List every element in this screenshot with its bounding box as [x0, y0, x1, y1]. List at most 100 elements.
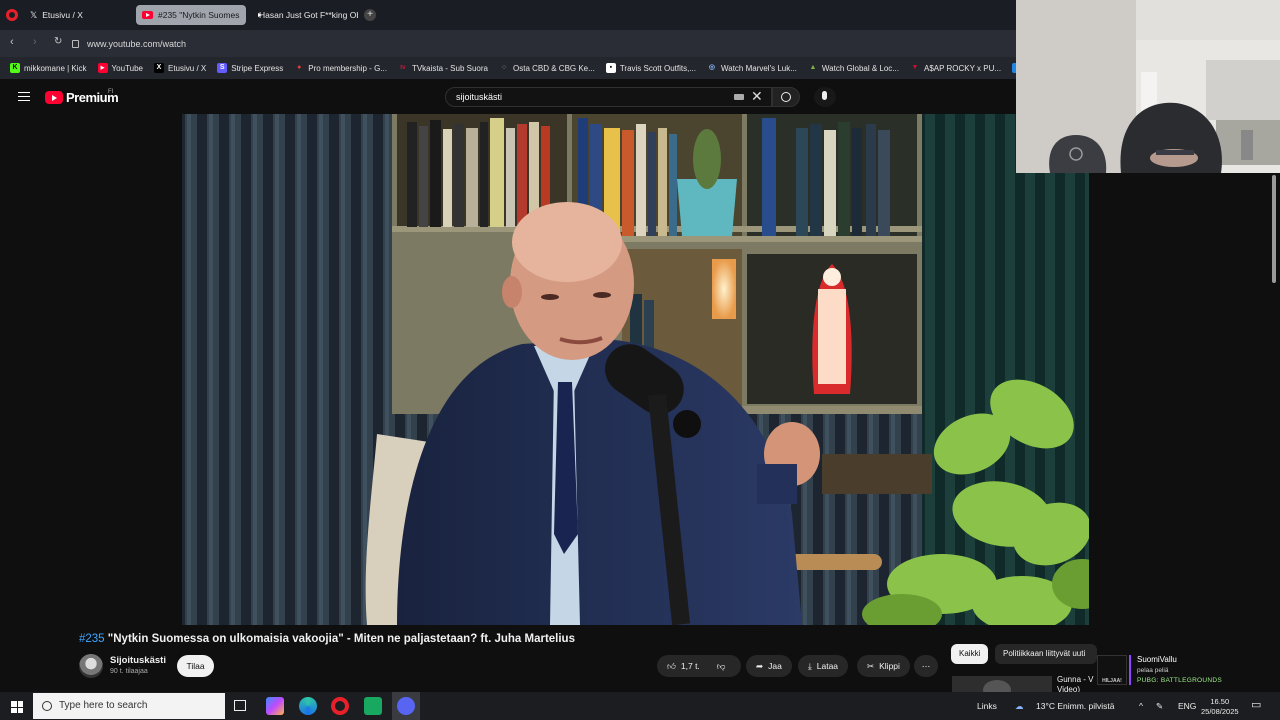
url-field[interactable]: www.youtube.com/watch — [72, 34, 1002, 53]
more-actions-button[interactable]: ⋯ — [914, 655, 938, 677]
chip-politics[interactable]: Politiikkaan liittyvät uuti — [995, 644, 1097, 664]
menu-icon[interactable] — [18, 92, 30, 101]
lock-icon — [72, 39, 79, 48]
like-icon[interactable]: 👍︎ — [667, 661, 676, 672]
clear-search-icon[interactable]: ✕ — [751, 89, 763, 103]
more-icon: ⋯ — [921, 660, 931, 671]
discord-icon[interactable] — [397, 697, 415, 715]
video-player[interactable] — [182, 114, 1089, 625]
share-button[interactable]: ➦ Jaa — [746, 655, 792, 677]
weather-cloud-icon[interactable]: ☁ — [1015, 701, 1024, 712]
like-count[interactable]: 1,7 t. — [681, 661, 700, 671]
copilot-icon[interactable] — [266, 697, 284, 715]
region-code: FI — [108, 89, 114, 95]
bookmark-asap[interactable]: ▼ A$AP ROCKY x PU... — [910, 63, 1002, 73]
bookmark-tvkaista[interactable]: tv TVkaista - Sub Suora — [398, 63, 488, 73]
page-scrollbar[interactable] — [1272, 175, 1276, 283]
android-icon: ▲ — [809, 64, 817, 71]
bookmark-marvel[interactable]: ◎ Watch Marvel's Luk... — [707, 63, 797, 73]
recommendation-thumbnail[interactable] — [952, 676, 1052, 692]
video-frame — [182, 114, 1089, 625]
download-label: Lataa — [816, 661, 839, 671]
download-icon: ⤓ — [808, 660, 812, 671]
kick-icon: K — [10, 63, 20, 73]
subscriber-count: 90 t. tilaajaa — [110, 668, 148, 675]
bookmark-global[interactable]: ▲ Watch Global & Loc... — [808, 63, 899, 73]
url-text: www.youtube.com/watch — [87, 38, 187, 49]
youtube-logo-icon — [45, 91, 63, 104]
opera-icon[interactable] — [331, 697, 349, 715]
links-toolbar[interactable]: Links — [977, 701, 997, 711]
x-icon: X — [153, 63, 164, 73]
weather-text[interactable]: 13°C Enimm. pilvistä — [1036, 701, 1115, 711]
download-button[interactable]: ⤓ Lataa — [798, 655, 849, 677]
bookmark-label: A$AP ROCKY x PU... — [923, 63, 1002, 73]
site-icon: ▪ — [605, 63, 616, 73]
system-clock[interactable]: 16.50 25/08/2025 — [1201, 697, 1239, 717]
opera-logo-icon[interactable] — [6, 9, 18, 21]
dislike-icon[interactable]: 👎︎ — [717, 661, 726, 672]
bookmark-label: Watch Global & Loc... — [821, 63, 899, 73]
edge-icon[interactable] — [299, 697, 317, 715]
spreadsheet-app-icon[interactable] — [364, 697, 382, 715]
tab-hasan-video[interactable]: Hasan Just Got F**king Ob — [248, 5, 358, 25]
webcam-overlay — [1016, 0, 1280, 173]
tab-label: Hasan Just Got F**king Ob — [259, 10, 358, 20]
tv-icon: tv — [400, 65, 406, 71]
new-tab-button[interactable]: + — [364, 9, 376, 21]
back-icon[interactable]: ‹ — [10, 36, 14, 48]
tab-x-home[interactable]: 𝕏 Etusivu / X — [24, 5, 132, 25]
voice-search-button[interactable] — [814, 87, 836, 107]
puma-icon: ▼ — [911, 64, 919, 71]
globe-icon: ◎ — [708, 64, 716, 71]
subscribe-button[interactable]: Tilaa — [177, 655, 214, 677]
bookmark-x[interactable]: X Etusivu / X — [153, 63, 207, 73]
channel-name[interactable]: Sijoituskästi — [110, 655, 166, 666]
bookmark-label: YouTube — [111, 63, 143, 73]
clip-label: Klippi — [879, 661, 900, 671]
search-button[interactable] — [772, 87, 800, 107]
video-title-text: "Nytkin Suomessa on ulkomaisia vakoojia"… — [104, 633, 575, 645]
reload-icon[interactable]: ↻ — [54, 36, 62, 47]
stripe-icon: S — [217, 63, 228, 73]
tab-label: Etusivu / X — [42, 10, 83, 20]
windows-start-icon[interactable] — [11, 701, 23, 713]
search-input[interactable]: sijoituskästi — [445, 87, 772, 107]
bookmark-label: Pro membership - G... — [308, 63, 387, 73]
tab-youtube-video[interactable]: #235 "Nytkin Suomes — [136, 5, 246, 25]
clock-date: 25/08/2025 — [1201, 707, 1239, 716]
leaf-icon: ○ — [501, 64, 507, 71]
youtube-icon — [142, 11, 153, 19]
language-indicator[interactable]: ENG — [1178, 701, 1196, 711]
tray-chevron-icon[interactable]: ^ — [1139, 701, 1143, 711]
bookmark-cbd[interactable]: ○ Osta CBD & CBG Ke... — [499, 63, 595, 73]
bookmark-label: mikkomane | Kick — [24, 63, 87, 73]
bookmark-label: Osta CBD & CBG Ke... — [513, 63, 595, 73]
channel-avatar[interactable] — [79, 654, 103, 678]
youtube-header: Premium FI sijoituskästi ✕ — [0, 79, 1016, 114]
stream-accent-bar — [1129, 655, 1131, 685]
bookmark-travis[interactable]: ▪ Travis Scott Outfits,... — [605, 63, 696, 73]
bookmark-pro-membership[interactable]: ● Pro membership - G... — [294, 63, 387, 73]
keyboard-icon[interactable] — [734, 94, 744, 100]
task-view-icon[interactable] — [234, 700, 246, 711]
scissors-icon: ✂ — [867, 660, 875, 671]
bookmark-kick[interactable]: Kmikkomane | Kick — [10, 63, 87, 73]
bookmark-label: TVkaista - Sub Suora — [411, 63, 488, 73]
notifications-icon[interactable]: ▭ — [1251, 698, 1261, 711]
bookmark-label: Watch Marvel's Luk... — [720, 63, 797, 73]
streamer-name[interactable]: SuomiVallu — [1137, 655, 1177, 664]
clip-button[interactable]: ✂ Klippi — [857, 655, 910, 677]
bookmark-youtube[interactable]: ▶ YouTube — [97, 63, 143, 73]
chip-all[interactable]: Kaikki — [951, 644, 989, 664]
browser-tab-strip: 𝕏 Etusivu / X #235 "Nytkin Suomes Hasan … — [0, 0, 1016, 30]
video-hashtag[interactable]: #235 — [79, 633, 105, 645]
taskbar-search-input[interactable]: Type here to search — [33, 693, 225, 719]
bookmark-label: Travis Scott Outfits,... — [619, 63, 696, 73]
forward-icon[interactable]: › — [33, 36, 37, 48]
pen-icon[interactable]: ✎ — [1156, 701, 1163, 712]
bookmark-stripe[interactable]: S Stripe Express — [217, 63, 283, 73]
tab-label: #235 "Nytkin Suomes — [158, 10, 240, 20]
bookmark-label: Etusivu / X — [167, 63, 207, 73]
stream-thumbnail: HILJAA! — [1097, 655, 1127, 685]
